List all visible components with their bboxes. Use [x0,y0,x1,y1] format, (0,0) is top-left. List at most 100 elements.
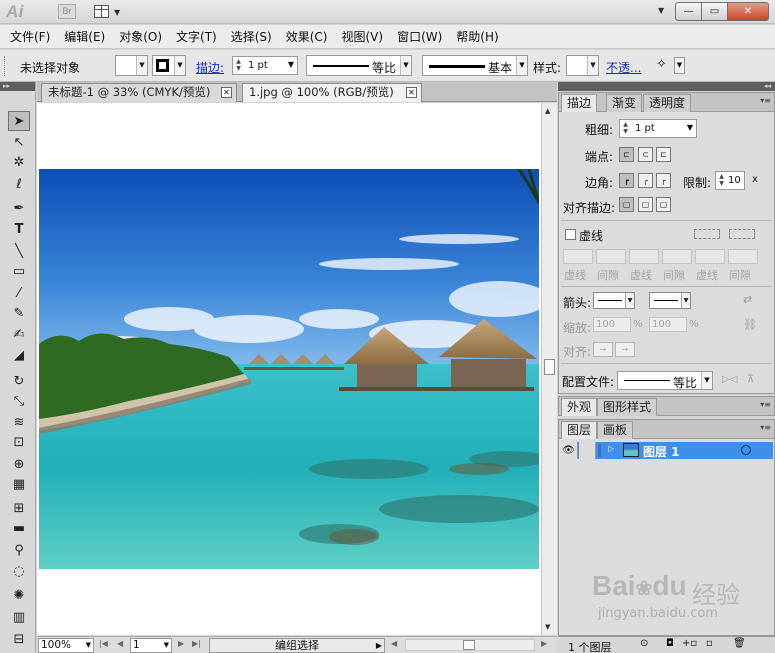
align-center-icon[interactable]: ▢ [619,197,634,212]
lock-toggle[interactable] [579,442,596,459]
control-bar-menu-icon[interactable]: ▼ [674,57,685,74]
placed-image-tropical-resort[interactable] [39,169,539,569]
panel-menu-icon[interactable]: ▾≡ [760,96,771,105]
document-tab-active[interactable]: 1.jpg @ 100% (RGB/预览) ✕ [242,83,422,102]
pen-tool-icon[interactable]: ✒ [8,199,30,219]
menu-select[interactable]: 选择(S) [224,28,279,45]
line-segment-tool-icon[interactable]: ╲ [8,242,30,262]
layer-name[interactable]: 图层 1 [643,443,680,460]
last-artboard-icon[interactable]: ▶| [192,639,201,648]
mesh-tool-icon[interactable]: ⊞ [8,499,30,519]
symbol-sprayer-tool-icon[interactable]: ✺ [8,586,30,606]
shape-builder-tool-icon[interactable]: ⊕ [8,455,30,475]
tab-transparency[interactable]: 透明度 [643,94,692,112]
swap-arrowheads-icon[interactable]: ⇄ [743,293,752,306]
lasso-tool-icon[interactable]: ℓ [8,175,30,195]
menu-help[interactable]: 帮助(H) [449,28,505,45]
panel-dock-header[interactable]: ◂◂ [558,82,775,91]
type-tool-icon[interactable]: T [8,220,30,240]
scroll-right-icon[interactable]: ▶ [541,639,547,648]
panel-menu-icon[interactable]: ▾≡ [760,400,771,409]
stepper-arrows-icon[interactable]: ▲ ▼ [621,121,630,136]
scroll-down-icon[interactable]: ▼ [545,623,550,631]
gap-field-2[interactable] [662,249,692,264]
gap-field-1[interactable] [596,249,626,264]
minimize-button[interactable]: — [675,2,701,21]
tab-appearance[interactable]: 外观 [561,398,598,416]
stroke-panel-link[interactable]: 描边: [196,59,224,76]
first-artboard-icon[interactable]: |◀ [99,639,108,648]
butt-cap-icon[interactable]: ⊏ [619,147,634,162]
stepper-arrows-icon[interactable]: ▲ ▼ [234,58,243,73]
arrow-tip-at-end-icon[interactable]: → [615,342,635,357]
control-bar-grip[interactable] [4,56,8,76]
brush-definition-dropdown[interactable]: 基本 ▼ [422,55,528,76]
layer-target-icon[interactable] [741,445,751,455]
stroke-weight-stepper[interactable]: ▲ ▼ 1 pt ▼ [232,56,298,75]
close-tab-icon[interactable]: ✕ [406,87,417,98]
menu-view[interactable]: 视图(V) [334,28,390,45]
new-layer-icon[interactable]: ▫ [706,638,713,649]
free-transform-tool-icon[interactable]: ⊡ [8,433,30,453]
dash-field-2[interactable] [629,249,659,264]
tab-artboards[interactable]: 画板 [597,421,634,439]
panel-menu-icon[interactable]: ▾≡ [760,423,771,432]
restore-button[interactable]: ▭ [701,2,727,21]
fill-color-swatch[interactable]: ▼ [115,55,148,76]
menu-object[interactable]: 对象(O) [112,28,169,45]
projecting-cap-icon[interactable]: ⊏ [656,147,671,162]
blend-tool-icon[interactable]: ◌ [8,562,30,582]
close-tab-icon[interactable]: ✕ [221,87,232,98]
make-clipping-mask-icon[interactable]: ◘ [666,638,674,649]
previous-artboard-icon[interactable]: ◀ [117,639,123,648]
bevel-join-icon[interactable]: ┌ [656,173,671,188]
dash-field-3[interactable] [695,249,725,264]
link-scale-icon[interactable]: ⛓ [743,318,757,331]
variable-width-profile-dropdown[interactable]: 等比 ▼ [306,55,412,76]
opacity-panel-link[interactable]: 不透... [606,59,641,76]
stroke-color-swatch[interactable]: ▼ [152,55,186,76]
profile-dropdown[interactable]: 等比 ▼ [617,371,713,390]
flip-across-icon[interactable]: ⊼ [747,374,754,385]
arrange-documents-button[interactable]: ▼ [94,3,126,20]
gap-field-3[interactable] [728,249,758,264]
scale-tool-icon[interactable]: ⤡ [8,392,30,412]
perspective-grid-tool-icon[interactable]: ▦ [8,475,30,495]
gradient-tool-icon[interactable]: ▬ [8,519,30,539]
selection-tool-icon[interactable]: ➤ [8,111,30,131]
menu-file[interactable]: 文件(F) [3,28,57,45]
start-scale-field[interactable]: 100 [593,317,631,332]
dash-field-1[interactable] [563,249,593,264]
eraser-tool-icon[interactable]: ◢ [8,346,30,366]
tab-gradient[interactable]: 渐变 [606,94,643,112]
start-arrowhead-dropdown[interactable]: ▼ [593,292,635,309]
round-join-icon[interactable]: ╭ [638,173,653,188]
warp-tool-icon[interactable]: ≋ [8,413,30,433]
menu-type[interactable]: 文字(T) [169,28,224,45]
stepper-arrows-icon[interactable]: ▲ ▼ [717,173,726,188]
document-canvas[interactable] [37,103,541,635]
direct-selection-tool-icon[interactable]: ↖ [8,133,30,153]
pencil-tool-icon[interactable]: ✎ [8,304,30,324]
horizontal-scrollbar-thumb[interactable] [463,640,475,650]
end-arrowhead-dropdown[interactable]: ▼ [649,292,691,309]
current-tool-status[interactable]: 编组选择 ▶ [209,638,385,653]
dashed-line-checkbox[interactable] [565,229,576,240]
new-sublayer-icon[interactable]: +▫ [682,638,697,649]
workspace-switcher-chevron-icon[interactable]: ▼ [658,6,664,15]
visibility-eye-icon[interactable]: 👁 [560,442,578,459]
delete-layer-icon[interactable]: 🗑 [733,638,746,649]
recolor-artwork-icon[interactable]: ✧ [656,57,667,72]
vertical-scrollbar[interactable]: ▲ ▼ [541,103,557,635]
miter-join-icon[interactable]: ┏ [619,173,634,188]
tab-layers[interactable]: 图层 [561,421,598,439]
column-graph-tool-icon[interactable]: ▥ [8,608,30,628]
graphic-style-swatch[interactable]: ▼ [566,55,599,76]
document-tab[interactable]: 未标题-1 @ 33% (CMYK/预览) ✕ [41,83,237,102]
rotate-tool-icon[interactable]: ↻ [8,372,30,392]
expand-layer-icon[interactable]: ▷ [608,444,614,453]
zoom-level-dropdown[interactable]: 100% ▼ [38,638,94,653]
blob-brush-tool-icon[interactable]: ✍ [8,325,30,345]
end-scale-field[interactable]: 100 [649,317,687,332]
miter-limit-stepper[interactable]: ▲ ▼ 10 [715,171,745,190]
